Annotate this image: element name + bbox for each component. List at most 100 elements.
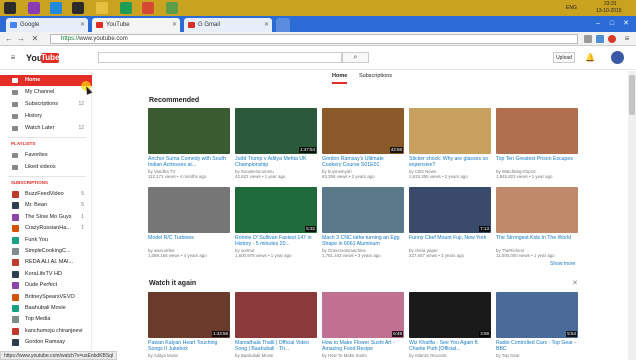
video-title[interactable]: The Strongest Kids In The World — [496, 235, 578, 241]
scrollbar-thumb[interactable] — [629, 75, 635, 115]
video-title[interactable]: Radio Controlled Cars - Top Gear - BBC — [496, 340, 578, 352]
video-meta: 1,845,823 views • 1 year ago — [496, 174, 553, 179]
video-title[interactable]: Pawan Kalyan Heart Touching Songs II Juk… — [148, 340, 230, 352]
minimize-icon[interactable]: – — [592, 18, 604, 30]
back-icon[interactable]: ← — [4, 34, 14, 44]
stop-icon[interactable]: ✕ — [30, 34, 40, 44]
sidebar-item-subscription[interactable]: REDA ALI AL MAI... — [0, 257, 92, 268]
folder-icon[interactable] — [96, 2, 108, 14]
youtube-logo[interactable]: You Tube — [26, 53, 60, 63]
video-title[interactable]: Sticker shock: Why are glasses so expens… — [409, 156, 491, 168]
chrome-icon[interactable] — [142, 2, 154, 14]
sidebar-item-subscription[interactable]: Baahubali Movie — [0, 303, 92, 314]
sidebar-item-subscription[interactable]: KoraLifeTV HD — [0, 269, 92, 280]
start-button[interactable] — [4, 2, 16, 14]
sidebar-item-subscription[interactable]: Funk You — [0, 235, 92, 246]
video-title[interactable]: Mach 3 CNC lathe turning an Egg Shape in… — [322, 235, 404, 247]
show-more-link[interactable]: Show more — [550, 261, 575, 267]
close-icon[interactable]: ✕ — [264, 18, 269, 32]
close-window-icon[interactable]: ✕ — [620, 18, 632, 30]
video-thumbnail[interactable] — [496, 108, 578, 154]
video-channel[interactable]: by How To Make Sushi — [322, 353, 404, 359]
sidebar-item-watch-later[interactable]: Watch Later 12 — [0, 123, 92, 134]
video-thumbnail[interactable]: 1:47:54 — [235, 108, 317, 154]
upload-button[interactable]: Upload — [553, 52, 575, 63]
language-indicator[interactable]: ENG — [566, 2, 577, 14]
extension-icon[interactable] — [608, 35, 616, 43]
close-icon[interactable]: ✕ — [572, 279, 578, 287]
new-tab-button[interactable] — [276, 18, 290, 32]
windows-taskbar: ENG 23:31 13-10-2015 — [0, 0, 636, 16]
video-thumbnail[interactable]: 1:43:58 — [148, 292, 230, 338]
video-title[interactable]: Funny Chef Mount Fuji, New York — [409, 235, 491, 241]
video-channel[interactable]: by Atlantic Records — [409, 353, 491, 359]
video-title[interactable]: Ronnie O' Sullivan Fastest 147 in Histor… — [235, 235, 317, 247]
notifications-bell-icon[interactable]: 🔔 — [585, 52, 595, 63]
video-thumbnail[interactable] — [148, 108, 230, 154]
sidebar-item-home[interactable]: Home — [0, 75, 92, 86]
sidebar-item-subscription[interactable]: Dude Perfect — [0, 280, 92, 291]
app-icon[interactable] — [120, 2, 132, 14]
tab-gmail[interactable]: G Gmail ✕ — [184, 18, 272, 32]
extension-icon[interactable] — [596, 35, 604, 43]
search-input[interactable] — [98, 52, 342, 63]
extension-icon[interactable] — [584, 35, 592, 43]
video-thumbnail[interactable]: 6:49 — [322, 292, 404, 338]
close-icon[interactable]: ✕ — [172, 18, 177, 32]
avatar[interactable] — [611, 51, 624, 64]
video-thumbnail[interactable]: 43:58 — [322, 108, 404, 154]
guide-menu-icon[interactable]: ≡ — [8, 53, 18, 63]
ie-icon[interactable] — [50, 2, 62, 14]
app-icon[interactable] — [166, 2, 178, 14]
video-thumbnail[interactable]: 5:32 — [235, 187, 317, 233]
video-thumbnail[interactable]: 7:13 — [409, 187, 491, 233]
tab-home[interactable]: Home — [332, 73, 348, 84]
video-title[interactable]: Model R/C Turbines — [148, 235, 230, 241]
sidebar-item-subscription[interactable]: kanchumoju chiranjeevi — [0, 326, 92, 337]
store-icon[interactable] — [72, 2, 84, 14]
channel-avatar-icon — [12, 282, 19, 290]
app-icon[interactable] — [28, 2, 40, 14]
sidebar-item-subscription[interactable]: SimpleCookingC... — [0, 246, 92, 257]
sidebar-item-subscription[interactable]: CrazyRussianHa... 1 — [0, 223, 92, 234]
sidebar-item-favorites[interactable]: Favorites — [0, 150, 92, 161]
video-title[interactable]: Top Ten Greatest Prison Escapes — [496, 156, 578, 162]
video-duration: 5:54 — [566, 331, 577, 337]
video-channel[interactable]: by Aditya Music — [148, 353, 230, 359]
tab-youtube[interactable]: YouTube ✕ — [92, 18, 180, 32]
video-thumbnail[interactable] — [409, 108, 491, 154]
page-scrollbar[interactable] — [628, 71, 636, 360]
sidebar-item-subscription[interactable]: The Slow Mo Guys 1 — [0, 212, 92, 223]
menu-icon[interactable]: ≡ — [622, 34, 632, 44]
video-title[interactable]: Anchor Suma Comedy with South Indian Act… — [148, 156, 230, 168]
tab-subscriptions[interactable]: Subscriptions — [359, 73, 392, 79]
video-channel[interactable]: by Top Gear — [496, 353, 578, 359]
video-thumbnail[interactable]: 5:54 — [496, 292, 578, 338]
sidebar-item-history[interactable]: History — [0, 111, 92, 122]
video-thumbnail[interactable] — [496, 187, 578, 233]
video-title[interactable]: Wiz Khalifa - See You Again ft. Charlie … — [409, 340, 491, 352]
tab-google[interactable]: Google ✕ — [6, 18, 88, 32]
address-bar[interactable]: https://www.youtube.com — [50, 34, 578, 44]
video-thumbnail[interactable]: 3:58 — [409, 292, 491, 338]
sidebar-item-subscription[interactable]: BuzzFeedVideo 5 — [0, 189, 92, 200]
video-channel[interactable]: by Baahubali Movie — [235, 353, 317, 359]
forward-icon[interactable]: → — [16, 34, 26, 44]
video-title[interactable]: How to Make Flower Sushi Art - Amazing F… — [322, 340, 404, 352]
video-thumbnail[interactable] — [235, 292, 317, 338]
sidebar-item-subscription[interactable]: Gordon Ramsay — [0, 337, 92, 348]
sidebar-item-subscription[interactable]: Mr. Bean 5 — [0, 200, 92, 211]
video-title[interactable]: Gordon Ramsay's Ultimate Cookery Course … — [322, 156, 404, 168]
sidebar-item-subscription[interactable]: Top Media — [0, 314, 92, 325]
sidebar-item-subscriptions[interactable]: Subscriptions 12 — [0, 99, 92, 110]
search-button[interactable]: ⌕ — [342, 52, 369, 63]
maximize-icon[interactable]: □ — [606, 18, 618, 30]
sidebar-item-my-channel[interactable]: My Channel — [0, 87, 92, 98]
video-title[interactable]: Mamathala Thalli | Official Video Song |… — [235, 340, 317, 352]
sidebar-item-subscription[interactable]: BritneySpearsVEVO — [0, 292, 92, 303]
video-title[interactable]: Judd Trump v Aditya Mehta UK Championshi… — [235, 156, 317, 168]
close-icon[interactable]: ✕ — [80, 18, 85, 32]
video-thumbnail[interactable] — [148, 187, 230, 233]
sidebar-item-liked-videos[interactable]: Liked videos — [0, 162, 92, 173]
video-thumbnail[interactable] — [322, 187, 404, 233]
